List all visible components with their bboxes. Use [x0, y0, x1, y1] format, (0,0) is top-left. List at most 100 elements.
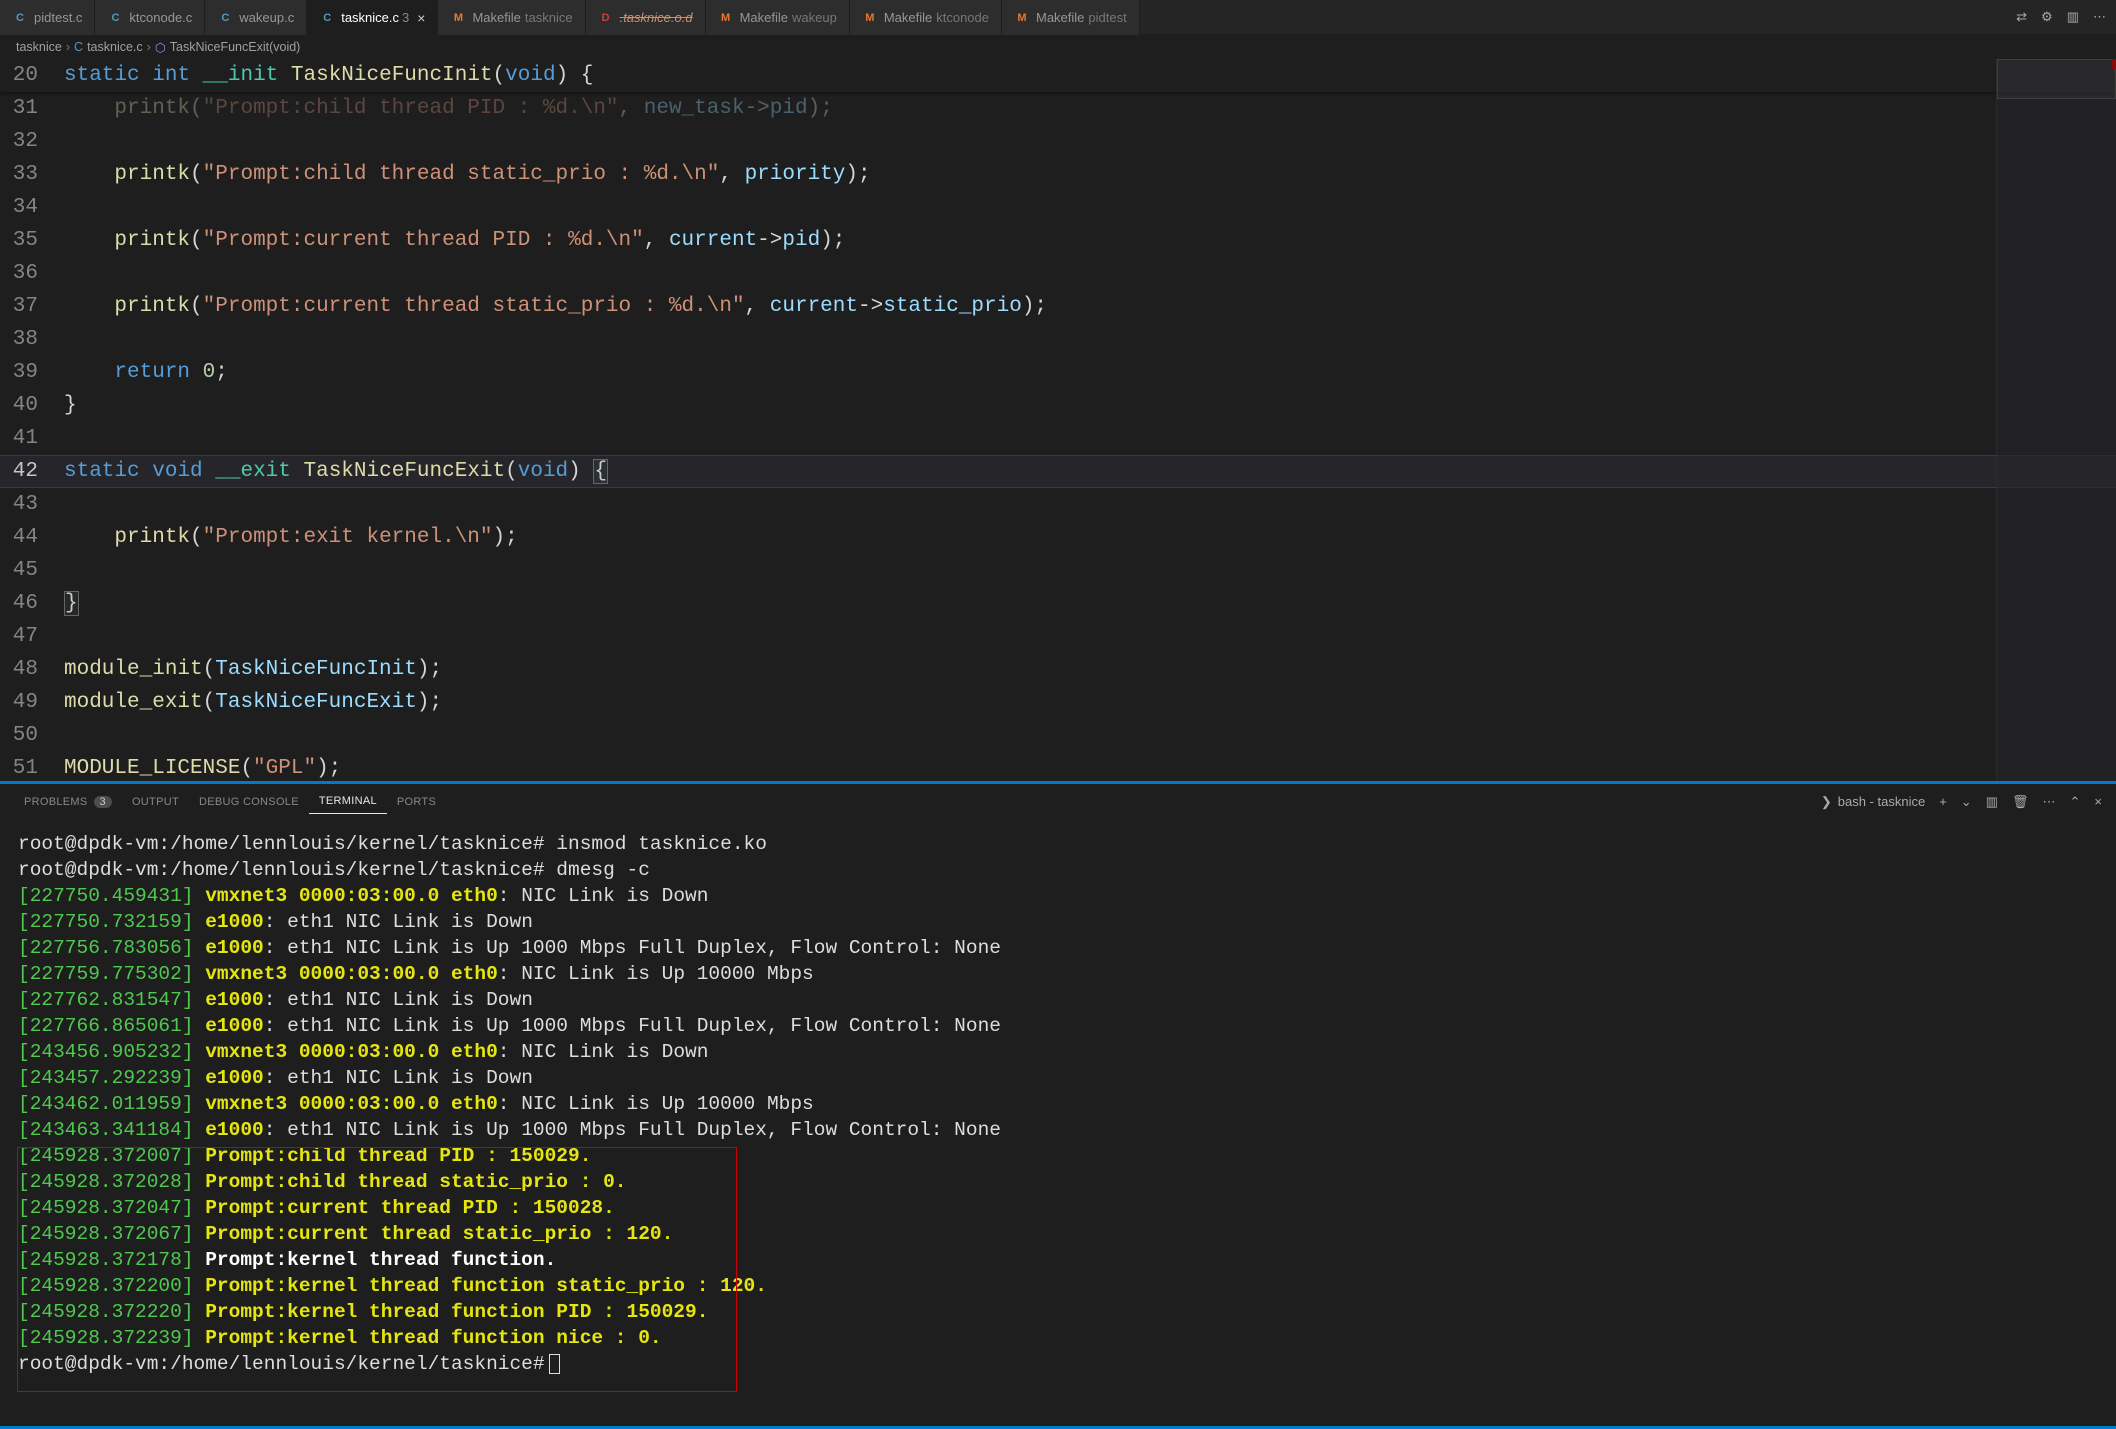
code-content[interactable]: printk("Prompt:current thread PID : %d.\… — [64, 224, 2116, 257]
settings-icon[interactable]: ⚙ — [2041, 9, 2053, 25]
code-line[interactable]: 49module_exit(TaskNiceFuncExit); — [0, 686, 2116, 719]
code-line[interactable]: 50 — [0, 719, 2116, 752]
code-content[interactable]: return 0; — [64, 356, 2116, 389]
code-line[interactable]: 32 — [0, 125, 2116, 158]
line-number[interactable]: 34 — [0, 191, 64, 224]
terminal-name[interactable]: ❯bash - tasknice — [1821, 794, 1925, 810]
code-content[interactable]: module_exit(TaskNiceFuncExit); — [64, 686, 2116, 719]
code-line[interactable]: 46} — [0, 587, 2116, 620]
split-icon[interactable]: ▥ — [2067, 9, 2079, 25]
code-line[interactable]: 36 — [0, 257, 2116, 290]
tab-Makefile[interactable]: MMakefile wakeup — [706, 0, 850, 35]
code-content[interactable]: printk("Prompt:child thread static_prio … — [64, 158, 2116, 191]
close-icon[interactable]: × — [417, 10, 425, 26]
more-icon[interactable]: ⋯ — [2093, 9, 2106, 25]
line-number[interactable]: 37 — [0, 290, 64, 323]
line-number[interactable]: 33 — [0, 158, 64, 191]
code-line[interactable]: 34 — [0, 191, 2116, 224]
code-content[interactable]: MODULE_LICENSE("GPL"); — [64, 752, 2116, 781]
line-number[interactable]: 42 — [0, 455, 64, 488]
close-panel-icon[interactable]: × — [2094, 794, 2102, 809]
tab--tasknice-o-d[interactable]: D.tasknice.o.d — [586, 0, 706, 35]
compare-icon[interactable]: ⇄ — [2016, 9, 2027, 25]
code-content[interactable]: printk("Prompt:child thread PID : %d.\n"… — [64, 92, 2116, 125]
panel-tab-output[interactable]: OUTPUT — [122, 790, 189, 814]
code-content[interactable]: printk("Prompt:current thread static_pri… — [64, 290, 2116, 323]
line-number[interactable]: 46 — [0, 587, 64, 620]
breadcrumb-symbol[interactable]: TaskNiceFuncExit(void) — [170, 40, 301, 54]
panel-tab-terminal[interactable]: TERMINAL — [309, 789, 387, 814]
line-number[interactable]: 47 — [0, 620, 64, 653]
code-editor[interactable]: 20static int __init TaskNiceFuncInit(voi… — [0, 59, 2116, 781]
code-line[interactable]: 43 — [0, 488, 2116, 521]
code-line[interactable]: 51MODULE_LICENSE("GPL"); — [0, 752, 2116, 781]
code-line[interactable]: 33 printk("Prompt:child thread static_pr… — [0, 158, 2116, 191]
breadcrumb-folder[interactable]: tasknice — [16, 40, 62, 54]
line-number[interactable]: 43 — [0, 488, 64, 521]
line-number[interactable]: 50 — [0, 719, 64, 752]
code-content[interactable] — [64, 323, 2116, 356]
line-number[interactable]: 35 — [0, 224, 64, 257]
trash-icon[interactable]: 🗑 — [2012, 794, 2029, 810]
code-content[interactable]: static void __exit TaskNiceFuncExit(void… — [64, 455, 2116, 488]
panel-tab-problems[interactable]: PROBLEMS3 — [14, 790, 122, 814]
line-number[interactable]: 44 — [0, 521, 64, 554]
code-content[interactable] — [64, 554, 2116, 587]
chevron-up-icon[interactable]: ⌃ — [2070, 794, 2081, 810]
tab-Makefile[interactable]: MMakefile tasknice — [438, 0, 585, 35]
line-number[interactable]: 20 — [0, 59, 64, 92]
code-line[interactable]: 47 — [0, 620, 2116, 653]
code-content[interactable]: module_init(TaskNiceFuncInit); — [64, 653, 2116, 686]
split-terminal-icon[interactable]: ▥ — [1986, 794, 1998, 810]
more-icon[interactable]: ⋯ — [2043, 794, 2056, 810]
line-number[interactable]: 40 — [0, 389, 64, 422]
tab-Makefile[interactable]: MMakefile ktconode — [850, 0, 1002, 35]
code-line[interactable]: 41 — [0, 422, 2116, 455]
code-content[interactable] — [64, 488, 2116, 521]
terminal-view[interactable]: root@dpdk-vm:/home/lennlouis/kernel/task… — [0, 819, 2116, 1409]
line-number[interactable]: 32 — [0, 125, 64, 158]
code-line[interactable]: 37 printk("Prompt:current thread static_… — [0, 290, 2116, 323]
code-line[interactable]: 48module_init(TaskNiceFuncInit); — [0, 653, 2116, 686]
line-number[interactable]: 45 — [0, 554, 64, 587]
tab-wakeup-c[interactable]: Cwakeup.c — [205, 0, 307, 35]
tab-tasknice-c[interactable]: Ctasknice.c 3× — [307, 0, 438, 35]
code-content[interactable] — [64, 125, 2116, 158]
line-number[interactable]: 38 — [0, 323, 64, 356]
code-line[interactable]: 35 printk("Prompt:current thread PID : %… — [0, 224, 2116, 257]
chevron-down-icon[interactable]: ⌄ — [1961, 794, 1972, 810]
panel-tab-debug-console[interactable]: DEBUG CONSOLE — [189, 790, 309, 814]
code-line[interactable]: 31 printk("Prompt:child thread PID : %d.… — [0, 92, 2116, 125]
code-line[interactable]: 38 — [0, 323, 2116, 356]
tab-Makefile[interactable]: MMakefile pidtest — [1002, 0, 1140, 35]
code-content[interactable] — [64, 257, 2116, 290]
tab-pidtest-c[interactable]: Cpidtest.c — [0, 0, 95, 35]
new-terminal-icon[interactable]: + — [1939, 794, 1947, 809]
code-content[interactable]: static int __init TaskNiceFuncInit(void)… — [64, 59, 2116, 92]
code-content[interactable] — [64, 620, 2116, 653]
breadcrumb-file[interactable]: tasknice.c — [87, 40, 143, 54]
code-content[interactable] — [64, 422, 2116, 455]
code-line[interactable]: 44 printk("Prompt:exit kernel.\n"); — [0, 521, 2116, 554]
line-number[interactable]: 41 — [0, 422, 64, 455]
code-content[interactable]: } — [64, 389, 2116, 422]
code-line[interactable]: 42static void __exit TaskNiceFuncExit(vo… — [0, 455, 2116, 488]
line-number[interactable]: 39 — [0, 356, 64, 389]
line-number[interactable]: 31 — [0, 92, 64, 125]
tab-ktconode-c[interactable]: Cktconode.c — [95, 0, 205, 35]
code-content[interactable] — [64, 191, 2116, 224]
panel-tab-ports[interactable]: PORTS — [387, 790, 446, 814]
code-content[interactable]: } — [64, 587, 2116, 620]
code-line[interactable]: 40} — [0, 389, 2116, 422]
code-line[interactable]: 45 — [0, 554, 2116, 587]
code-line[interactable]: 39 return 0; — [0, 356, 2116, 389]
breadcrumb[interactable]: tasknice › C tasknice.c › ⬡ TaskNiceFunc… — [0, 35, 2116, 59]
line-number[interactable]: 49 — [0, 686, 64, 719]
line-number[interactable]: 51 — [0, 752, 64, 781]
minimap[interactable] — [1996, 59, 2116, 781]
line-number[interactable]: 48 — [0, 653, 64, 686]
code-line[interactable]: 20static int __init TaskNiceFuncInit(voi… — [0, 59, 2116, 92]
code-content[interactable] — [64, 719, 2116, 752]
code-content[interactable]: printk("Prompt:exit kernel.\n"); — [64, 521, 2116, 554]
line-number[interactable]: 36 — [0, 257, 64, 290]
